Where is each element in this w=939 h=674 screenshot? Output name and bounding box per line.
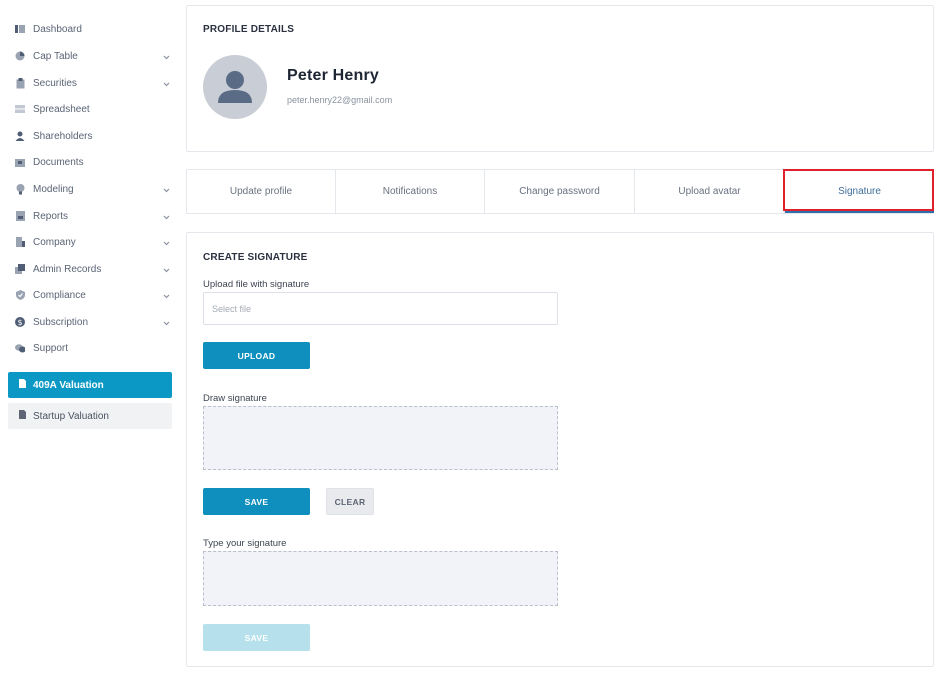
svg-text:$: $ <box>17 318 22 327</box>
sidebar-409a-valuation-button[interactable]: 409A Valuation <box>8 372 172 398</box>
person-icon <box>15 131 25 141</box>
clipboard-icon <box>15 77 25 88</box>
signature-tab-highlight <box>783 169 934 211</box>
create-signature-title: CREATE SIGNATURE <box>203 252 308 263</box>
profile-email: peter.henry22@gmail.com <box>287 95 393 105</box>
sidebar-item-securities[interactable]: Securities <box>0 70 180 96</box>
chevron-down-icon <box>163 79 170 90</box>
document-icon <box>19 379 26 391</box>
sidebar-item-cap-table[interactable]: Cap Table <box>0 43 180 69</box>
save-drawn-signature-button[interactable]: SAVE <box>203 488 310 515</box>
spreadsheet-icon <box>15 104 25 114</box>
dashboard-icon <box>15 24 25 34</box>
folder-icon <box>15 157 25 167</box>
shield-icon <box>15 290 25 300</box>
report-icon <box>15 211 25 221</box>
draw-signature-pad[interactable] <box>203 406 558 470</box>
active-tab-indicator <box>785 211 934 213</box>
sidebar-item-modeling[interactable]: Modeling <box>0 176 180 202</box>
chevron-down-icon <box>163 318 170 329</box>
upload-file-label: Upload file with signature <box>203 279 310 290</box>
sidebar-item-dashboard[interactable]: Dashboard <box>0 16 180 42</box>
sidebar-item-spreadsheet[interactable]: Spreadsheet <box>0 96 180 122</box>
tab-upload-avatar[interactable]: Upload avatar <box>635 170 785 213</box>
lightbulb-icon <box>15 183 25 194</box>
chat-icon <box>15 343 25 353</box>
chevron-down-icon <box>163 291 170 302</box>
sidebar-startup-valuation-button[interactable]: Startup Valuation <box>8 403 172 429</box>
user-avatar-icon <box>218 71 252 103</box>
sidebar-item-support[interactable]: Support <box>0 335 180 361</box>
sidebar-item-shareholders[interactable]: Shareholders <box>0 123 180 149</box>
type-signature-input[interactable] <box>203 551 558 606</box>
select-file-input[interactable]: Select file <box>203 292 558 325</box>
save-typed-signature-button[interactable]: SAVE <box>203 624 310 651</box>
profile-details-card: PROFILE DETAILS Peter Henry peter.henry2… <box>186 5 934 152</box>
sidebar-item-admin-records[interactable]: Admin Records <box>0 256 180 282</box>
clear-signature-button[interactable]: CLEAR <box>326 488 374 515</box>
dollar-icon: $ <box>15 317 25 327</box>
chevron-down-icon <box>163 52 170 63</box>
tab-update-profile[interactable]: Update profile <box>187 170 336 213</box>
type-signature-label: Type your signature <box>203 538 287 549</box>
records-icon <box>15 264 25 274</box>
chevron-down-icon <box>163 238 170 249</box>
tab-change-password[interactable]: Change password <box>485 170 635 213</box>
tab-notifications[interactable]: Notifications <box>336 170 485 213</box>
chevron-down-icon <box>163 185 170 196</box>
building-icon <box>15 237 25 247</box>
profile-name: Peter Henry <box>287 67 380 84</box>
sidebar: Dashboard Cap Table Securities Spreadshe… <box>0 0 180 674</box>
profile-section-title: PROFILE DETAILS <box>203 24 295 35</box>
sidebar-item-company[interactable]: Company <box>0 229 180 255</box>
sidebar-item-subscription[interactable]: $ Subscription <box>0 309 180 335</box>
sidebar-item-reports[interactable]: Reports <box>0 203 180 229</box>
document-icon <box>19 410 26 422</box>
avatar <box>203 55 267 119</box>
chevron-down-icon <box>163 265 170 276</box>
sidebar-item-compliance[interactable]: Compliance <box>0 282 180 308</box>
sidebar-item-documents[interactable]: Documents <box>0 149 180 175</box>
upload-button[interactable]: UPLOAD <box>203 342 310 369</box>
draw-signature-label: Draw signature <box>203 393 267 404</box>
create-signature-card: CREATE SIGNATURE Upload file with signat… <box>186 232 934 667</box>
file-placeholder: Select file <box>212 303 252 314</box>
chevron-down-icon <box>163 212 170 223</box>
pie-chart-icon <box>15 51 25 61</box>
